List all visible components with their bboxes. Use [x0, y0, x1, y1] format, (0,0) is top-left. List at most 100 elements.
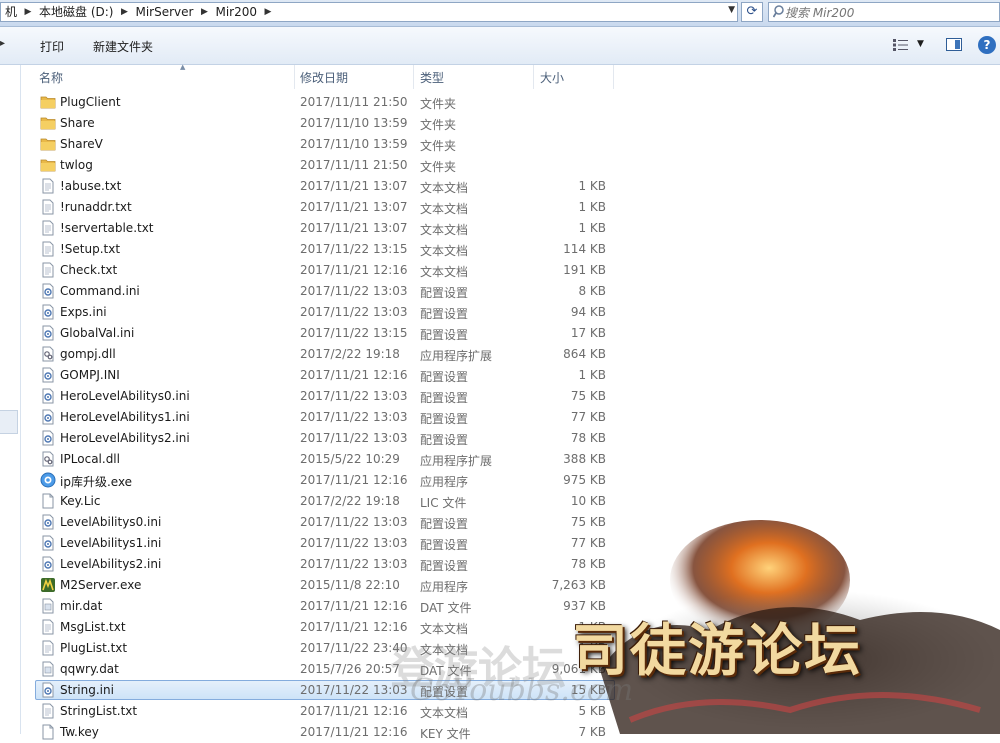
file-row[interactable]: M2Server.exe 2015/11/8 22:10 应用程序 7,263 KB — [21, 575, 1000, 596]
file-name: twlog — [60, 158, 93, 172]
file-date: 2017/11/21 12:16 — [300, 620, 408, 634]
file-name: MsgList.txt — [60, 620, 126, 634]
file-row[interactable]: HeroLevelAbilitys2.ini 2017/11/22 13:03 配置… — [21, 428, 1000, 449]
file-row[interactable]: MsgList.txt 2017/11/21 12:16 文本文档 1 KB — [21, 617, 1000, 638]
search-input[interactable] — [783, 3, 987, 23]
file-name: !abuse.txt — [60, 179, 122, 193]
file-date: 2017/11/22 23:40 — [300, 641, 408, 655]
column-header-type[interactable]: 类型 — [420, 69, 444, 87]
file-type: 配置设置 — [420, 286, 469, 300]
search-box[interactable] — [768, 2, 1000, 23]
file-type: 配置设置 — [420, 412, 469, 426]
new-folder-button[interactable]: 新建文件夹 — [93, 38, 153, 55]
file-date: 2017/11/21 13:07 — [300, 179, 408, 193]
file-row[interactable]: GOMPJ.INI 2017/11/21 12:16 配置设置 1 KB — [21, 365, 1000, 386]
file-row[interactable]: PlugList.txt 2017/11/22 23:40 文本文档 1 KB — [21, 638, 1000, 659]
file-row[interactable]: Key.Lic 2017/2/22 19:18 LIC 文件 10 KB — [21, 491, 1000, 512]
file-row[interactable]: twlog 2017/11/11 21:50 文件夹 — [21, 155, 1000, 176]
file-row[interactable]: !Setup.txt 2017/11/22 13:15 文本文档 114 KB — [21, 239, 1000, 260]
file-row[interactable]: LevelAbilitys0.ini 2017/11/22 13:03 配置设置 75… — [21, 512, 1000, 533]
file-type: 配置设置 — [420, 307, 469, 321]
file-row[interactable]: !servertable.txt 2017/11/21 13:07 文本文档 1 KB — [21, 218, 1000, 239]
file-size: 10 KB — [570, 494, 606, 508]
file-date: 2017/11/11 21:50 — [300, 95, 408, 109]
file-row[interactable]: GlobalVal.ini 2017/11/22 13:15 配置设置 17 KB — [21, 323, 1000, 344]
file-row[interactable]: gompj.dll 2017/2/22 19:18 应用程序扩展 864 KB — [21, 344, 1000, 365]
file-row[interactable]: !abuse.txt 2017/11/21 13:07 文本文档 1 KB — [21, 176, 1000, 197]
file-size: 191 KB — [563, 263, 606, 277]
file-type: 应用程序扩展 — [420, 349, 493, 363]
file-date: 2015/5/22 10:29 — [300, 452, 400, 466]
config-file-icon — [40, 304, 56, 320]
config-file-icon — [40, 682, 56, 698]
breadcrumb-computer[interactable]: 机 — [1, 3, 21, 21]
navigation-pane[interactable] — [0, 65, 21, 734]
file-name: Share — [60, 116, 95, 130]
column-divider[interactable] — [294, 65, 295, 89]
column-header-size[interactable]: 大小 — [540, 69, 564, 87]
file-row[interactable]: Check.txt 2017/11/21 12:16 文本文档 191 KB — [21, 260, 1000, 281]
breadcrumb-chevron-icon[interactable]: ▶ — [21, 7, 35, 17]
file-date: 2017/11/22 13:15 — [300, 326, 408, 340]
file-name: M2Server.exe — [60, 578, 142, 592]
help-icon[interactable]: ? — [978, 36, 996, 54]
breadcrumb-chevron-icon[interactable]: ▶ — [261, 7, 275, 17]
file-row[interactable]: Tw.key 2017/11/21 12:16 KEY 文件 7 KB — [21, 722, 1000, 743]
file-type: 文本文档 — [420, 643, 469, 657]
file-type: 配置设置 — [420, 685, 469, 699]
file-row[interactable]: StringList.txt 2017/11/21 12:16 文本文档 5 KB — [21, 701, 1000, 722]
file-type: 文件夹 — [420, 160, 457, 174]
chevron-right-icon[interactable]: ▸ — [0, 38, 5, 49]
print-button[interactable]: 打印 — [40, 38, 64, 55]
file-name: Check.txt — [60, 263, 118, 277]
column-divider[interactable] — [533, 65, 534, 89]
breadcrumb-chevron-icon[interactable]: ▶ — [117, 7, 131, 17]
text-file-icon — [40, 199, 56, 215]
file-name: !servertable.txt — [60, 221, 154, 235]
breadcrumb-mir200[interactable]: Mir200 — [211, 3, 261, 21]
column-header-date[interactable]: 修改日期 — [300, 69, 348, 87]
file-row[interactable]: !runaddr.txt 2017/11/21 13:07 文本文档 1 KB — [21, 197, 1000, 218]
file-size: 1 KB — [578, 620, 606, 634]
breadcrumb-drive[interactable]: 本地磁盘 (D:) — [35, 3, 117, 21]
file-row[interactable]: LevelAbilitys1.ini 2017/11/22 13:03 配置设置 77… — [21, 533, 1000, 554]
file-size: 864 KB — [563, 347, 606, 361]
file-row[interactable]: LevelAbilitys2.ini 2017/11/22 13:03 配置设置 78… — [21, 554, 1000, 575]
column-divider[interactable] — [613, 65, 614, 89]
refresh-button[interactable]: ⟳ — [741, 2, 763, 22]
file-date: 2017/11/21 12:16 — [300, 704, 408, 718]
file-row[interactable]: HeroLevelAbilitys0.ini 2017/11/22 13:03 配置… — [21, 386, 1000, 407]
file-row[interactable]: ShareV 2017/11/10 13:59 文件夹 — [21, 134, 1000, 155]
file-row[interactable]: Exps.ini 2017/11/22 13:03 配置设置 94 KB — [21, 302, 1000, 323]
file-type: 配置设置 — [420, 433, 469, 447]
dll-file-icon — [40, 451, 56, 467]
file-row[interactable]: PlugClient 2017/11/11 21:50 文件夹 — [21, 92, 1000, 113]
file-row[interactable]: ip库升级.exe 2017/11/21 12:16 应用程序 975 KB — [21, 470, 1000, 491]
file-row[interactable]: mir.dat 2017/11/21 12:16 DAT 文件 937 KB — [21, 596, 1000, 617]
config-file-icon — [40, 388, 56, 404]
view-options-icon[interactable] — [893, 39, 909, 51]
file-type: 文件夹 — [420, 139, 457, 153]
breadcrumb-chevron-icon[interactable]: ▶ — [197, 7, 211, 17]
file-name: !runaddr.txt — [60, 200, 132, 214]
column-header-name[interactable]: 名称 — [39, 69, 63, 87]
file-name: IPLocal.dll — [60, 452, 120, 466]
config-file-icon — [40, 556, 56, 572]
file-row[interactable]: Share 2017/11/10 13:59 文件夹 — [21, 113, 1000, 134]
breadcrumb-mirserver[interactable]: MirServer — [131, 3, 197, 21]
text-file-icon — [40, 241, 56, 257]
address-history-dropdown-icon[interactable]: ▼ — [728, 5, 735, 15]
view-dropdown-icon[interactable]: ▼ — [917, 39, 924, 49]
file-row[interactable]: IPLocal.dll 2015/5/22 10:29 应用程序扩展 388 KB — [21, 449, 1000, 470]
file-size: 75 KB — [570, 515, 606, 529]
file-type: DAT 文件 — [420, 664, 472, 678]
file-name: gompj.dll — [60, 347, 116, 361]
file-row[interactable]: qqwry.dat 2015/7/26 20:57 DAT 文件 9,061 KB — [21, 659, 1000, 680]
file-row[interactable]: Command.ini 2017/11/22 13:03 配置设置 8 KB — [21, 281, 1000, 302]
file-row[interactable]: String.ini 2017/11/22 13:03 配置设置 15 KB — [21, 680, 1000, 701]
preview-pane-icon[interactable] — [946, 38, 962, 51]
address-bar[interactable]: 机 ▶ 本地磁盘 (D:) ▶ MirServer ▶ Mir200 ▶ ▼ — [0, 2, 738, 22]
column-divider[interactable] — [413, 65, 414, 89]
file-row[interactable]: HeroLevelAbilitys1.ini 2017/11/22 13:03 配置… — [21, 407, 1000, 428]
navigation-pane-selected-item[interactable] — [0, 410, 18, 434]
